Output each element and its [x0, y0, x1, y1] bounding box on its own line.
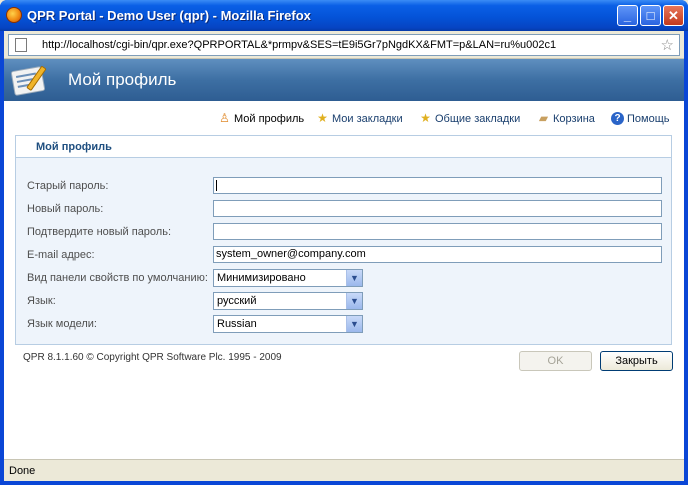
- status-bar: Done: [4, 459, 684, 481]
- help-icon: ?: [611, 112, 624, 125]
- window-titlebar[interactable]: QPR Portal - Demo User (qpr) - Mozilla F…: [0, 0, 688, 31]
- nav-label: Общие закладки: [435, 112, 521, 125]
- url-bar: http://localhost/cgi-bin/qpr.exe?QPRPORT…: [4, 31, 684, 59]
- firefox-icon: [6, 7, 22, 23]
- page-title: Мой профиль: [68, 70, 177, 89]
- old-password-field[interactable]: [213, 177, 662, 194]
- new-password-label: Новый пароль:: [27, 203, 104, 215]
- nav-help[interactable]: ? Помощь: [611, 112, 670, 125]
- panel-default-label: Вид панели свойств по умолчанию:: [27, 272, 208, 284]
- chevron-down-icon[interactable]: ▼: [346, 293, 362, 309]
- old-password-label: Старый пароль:: [27, 180, 109, 192]
- browser-content: http://localhost/cgi-bin/qpr.exe?QPRPORT…: [4, 31, 684, 481]
- close-window-button[interactable]: ✕: [663, 5, 684, 26]
- profile-logo-icon: [10, 66, 47, 96]
- browser-window: QPR Portal - Demo User (qpr) - Mozilla F…: [0, 0, 688, 485]
- model-language-label: Язык модели:: [27, 318, 97, 330]
- chevron-down-icon[interactable]: ▼: [346, 316, 362, 332]
- basket-icon: ▰: [538, 111, 549, 125]
- maximize-button[interactable]: □: [640, 5, 661, 26]
- panel-header: Мой профиль: [16, 136, 671, 158]
- select-value: Минимизировано: [217, 272, 306, 284]
- language-label: Язык:: [27, 295, 56, 307]
- minimize-button[interactable]: _: [617, 5, 638, 26]
- nav-label: Мой профиль: [234, 112, 305, 125]
- person-icon: ♙: [219, 111, 230, 125]
- status-text: Done: [9, 465, 36, 477]
- text-caret: [216, 180, 217, 191]
- nav-shared-bookmarks[interactable]: ★ Общие закладки: [419, 112, 520, 125]
- nav-my-bookmarks[interactable]: ★ Мои закладки: [316, 112, 403, 125]
- nav-label: Помощь: [627, 112, 670, 125]
- email-label: E-mail адрес:: [27, 249, 95, 261]
- bookmark-star-icon[interactable]: ☆: [661, 36, 674, 54]
- nav-label: Корзина: [553, 112, 595, 125]
- chevron-down-icon[interactable]: ▼: [346, 270, 362, 286]
- nav-my-profile[interactable]: ♙ Мой профиль: [218, 112, 304, 125]
- copyright-text: QPR 8.1.1.60 © Copyright QPR Software Pl…: [23, 352, 282, 363]
- address-field[interactable]: http://localhost/cgi-bin/qpr.exe?QPRPORT…: [8, 34, 680, 56]
- window-title: QPR Portal - Demo User (qpr) - Mozilla F…: [27, 8, 311, 23]
- top-navigation: ♙ Мой профиль ★ Мои закладки ★ Общие зак…: [4, 109, 684, 131]
- nav-basket[interactable]: ▰ Корзина: [537, 112, 595, 125]
- select-value: Russian: [217, 318, 257, 330]
- model-language-select[interactable]: Russian ▼: [213, 315, 363, 333]
- app-header: Мой профиль: [4, 59, 684, 101]
- nav-label: Мои закладки: [332, 112, 403, 125]
- close-button[interactable]: Закрыть: [600, 351, 673, 371]
- select-value: русский: [217, 295, 257, 307]
- bookmark-star-icon: ★: [317, 111, 328, 125]
- ok-button[interactable]: OK: [519, 351, 592, 371]
- confirm-password-field[interactable]: [213, 223, 662, 240]
- new-password-field[interactable]: [213, 200, 662, 217]
- email-field[interactable]: system_owner@company.com: [213, 246, 662, 263]
- profile-panel: Мой профиль Старый пароль: Новый пароль:…: [15, 135, 672, 345]
- shared-bookmarks-icon: ★: [420, 111, 431, 125]
- panel-title: Мой профиль: [36, 141, 112, 153]
- language-select[interactable]: русский ▼: [213, 292, 363, 310]
- url-text: http://localhost/cgi-bin/qpr.exe?QPRPORT…: [42, 39, 557, 51]
- confirm-password-label: Подтвердите новый пароль:: [27, 226, 172, 238]
- panel-default-select[interactable]: Минимизировано ▼: [213, 269, 363, 287]
- page-icon: [15, 38, 27, 52]
